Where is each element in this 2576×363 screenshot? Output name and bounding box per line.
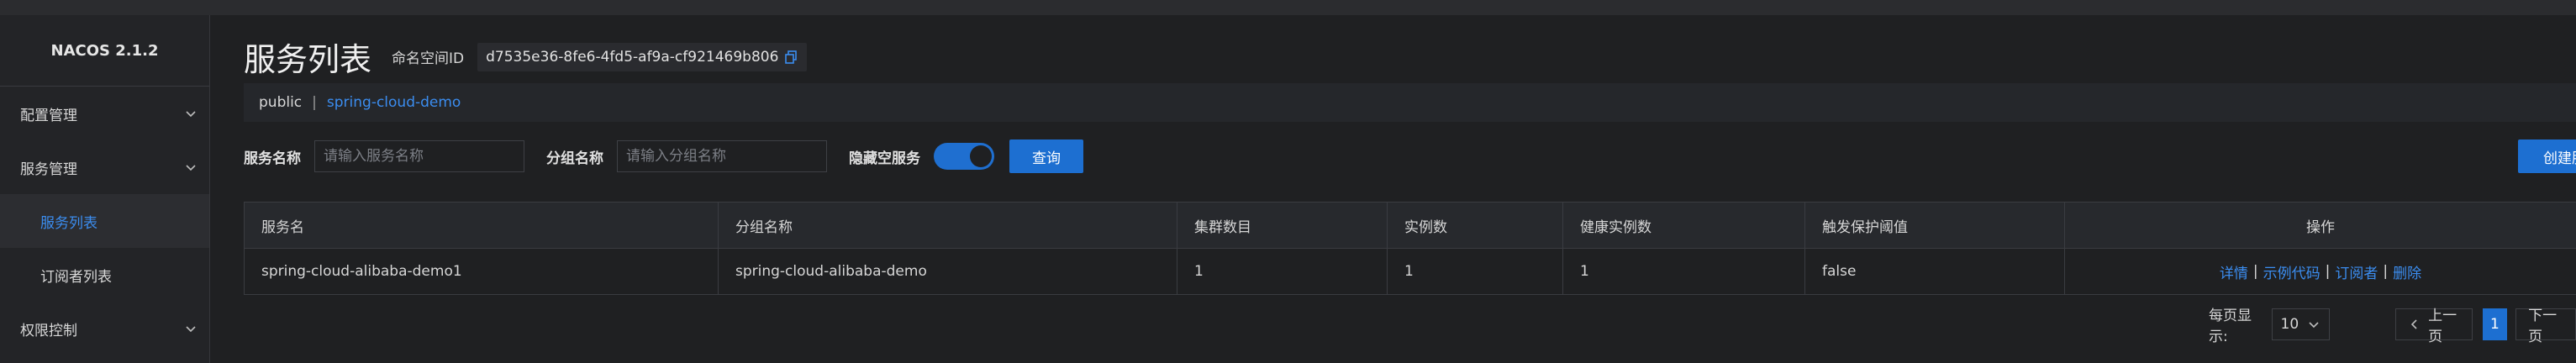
hide-empty-toggle[interactable] xyxy=(934,143,994,170)
column-header: 触发保护阈值 xyxy=(1805,203,2065,248)
chevron-down-icon xyxy=(2307,318,2321,331)
page-number-current[interactable]: 1 xyxy=(2482,308,2508,340)
chevron-down-icon xyxy=(184,107,198,120)
cell-cluster-count: 1 xyxy=(1177,249,1388,294)
sidebar: NACOS 2.1.2 配置管理 服务管理 服务列表 订阅者列表 权限控制 xyxy=(0,15,210,363)
namespace-id: d7535e36-8fe6-4fd5-af9a-cf921469b806 xyxy=(486,48,779,66)
main-content: 服务列表 命名空间ID d7535e36-8fe6-4fd5-af9a-cf92… xyxy=(210,15,2576,363)
services-table: 服务名 分组名称 集群数目 实例数 健康实例数 触发保护阈值 操作 spring… xyxy=(244,202,2576,295)
sidebar-item-service-list[interactable]: 服务列表 xyxy=(0,194,209,248)
namespace-id-box: d7535e36-8fe6-4fd5-af9a-cf921469b806 xyxy=(477,42,808,71)
page-size-value: 10 xyxy=(2280,316,2299,333)
cell-instance-count: 1 xyxy=(1388,249,1563,294)
group-name-label: 分组名称 xyxy=(546,150,603,167)
column-header: 分组名称 xyxy=(719,203,1177,248)
prev-page-label: 上一页 xyxy=(2428,308,2457,345)
column-header: 实例数 xyxy=(1388,203,1563,248)
sidebar-item-label: 配置管理 xyxy=(20,107,77,124)
group-name-input[interactable] xyxy=(617,140,827,172)
namespace-bar: public | spring-cloud-demo xyxy=(244,83,2576,122)
next-page-button[interactable]: 下一页 xyxy=(2515,308,2576,345)
cell-service-name: spring-cloud-alibaba-demo1 xyxy=(244,249,719,294)
sidebar-item-subscribers[interactable]: 订阅者列表 xyxy=(0,248,209,302)
chevron-down-icon xyxy=(184,322,198,335)
ops-separator: | xyxy=(2383,263,2389,280)
header: 服务列表 命名空间ID d7535e36-8fe6-4fd5-af9a-cf92… xyxy=(244,34,808,80)
detail-link[interactable]: 详情 xyxy=(2220,261,2248,282)
column-header: 操作 xyxy=(2306,218,2335,236)
top-bar xyxy=(0,0,2576,15)
namespace-public[interactable]: public xyxy=(259,94,302,111)
chevron-left-icon xyxy=(2408,318,2421,331)
pagination: 每页显示: 10 上一页 1 下一页 xyxy=(2209,303,2576,345)
page-title: 服务列表 xyxy=(244,41,372,78)
page-size-label: 每页显示: xyxy=(2209,308,2252,345)
toggle-knob xyxy=(970,145,992,167)
filter-bar: 服务名称 分组名称 隐藏空服务 查询 xyxy=(244,139,1083,173)
copy-icon[interactable] xyxy=(783,50,798,65)
table-header: 服务名 分组名称 集群数目 实例数 健康实例数 触发保护阈值 操作 xyxy=(244,203,2576,249)
cell-group-name: spring-cloud-alibaba-demo xyxy=(719,249,1177,294)
chevron-down-icon xyxy=(184,160,198,174)
sidebar-item-label: 服务列表 xyxy=(40,214,97,232)
cell-healthy-count: 1 xyxy=(1563,249,1805,294)
delete-link[interactable]: 删除 xyxy=(2393,261,2421,282)
service-name-input[interactable] xyxy=(314,140,524,172)
cell-operations: 详情 | 示例代码 | 订阅者 | 删除 xyxy=(2065,249,2576,294)
column-header: 健康实例数 xyxy=(1563,203,1805,248)
ops-separator: | xyxy=(2252,263,2258,280)
cell-protect-threshold: false xyxy=(1805,249,2065,294)
namespace-current[interactable]: spring-cloud-demo xyxy=(327,94,461,111)
ops-separator: | xyxy=(2325,263,2331,280)
sidebar-item-service[interactable]: 服务管理 xyxy=(0,140,209,194)
column-header: 集群数目 xyxy=(1177,203,1388,248)
hide-empty-label: 隐藏空服务 xyxy=(849,150,920,167)
subscriber-link[interactable]: 订阅者 xyxy=(2335,261,2378,282)
prev-page-button[interactable]: 上一页 xyxy=(2395,308,2473,345)
page-size-select[interactable]: 10 xyxy=(2271,308,2331,340)
sidebar-item-auth[interactable]: 权限控制 xyxy=(0,302,209,355)
service-name-label: 服务名称 xyxy=(244,150,301,167)
namespace-separator: | xyxy=(312,94,317,111)
sidebar-item-label: 订阅者列表 xyxy=(40,268,112,286)
sidebar-item-config[interactable]: 配置管理 xyxy=(0,87,209,140)
column-header: 服务名 xyxy=(244,203,719,248)
sidebar-item-label: 权限控制 xyxy=(20,322,77,339)
sample-code-link[interactable]: 示例代码 xyxy=(2263,261,2321,282)
create-service-button[interactable]: 创建服务 xyxy=(2518,139,2576,173)
table-row: spring-cloud-alibaba-demo1 spring-cloud-… xyxy=(244,249,2576,295)
sidebar-item-label: 服务管理 xyxy=(20,160,77,178)
namespace-label: 命名空间ID xyxy=(392,50,465,67)
brand-logo: NACOS 2.1.2 xyxy=(0,15,209,87)
next-page-label: 下一页 xyxy=(2528,308,2558,345)
query-button[interactable]: 查询 xyxy=(1009,139,1083,173)
